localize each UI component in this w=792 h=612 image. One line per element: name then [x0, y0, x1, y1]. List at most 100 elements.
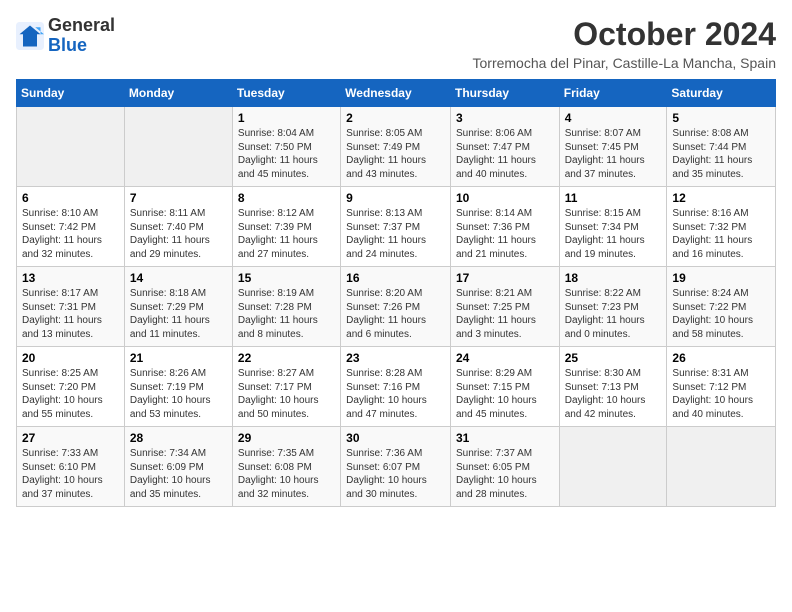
day-number: 1	[238, 111, 335, 125]
day-info: Sunrise: 8:17 AM Sunset: 7:31 PM Dayligh…	[22, 287, 119, 341]
weekday-header-sunday: Sunday	[17, 80, 125, 107]
day-number: 19	[672, 271, 770, 285]
day-number: 9	[346, 191, 445, 205]
day-info: Sunrise: 7:36 AM Sunset: 6:07 PM Dayligh…	[346, 447, 445, 501]
day-info: Sunrise: 8:10 AM Sunset: 7:42 PM Dayligh…	[22, 207, 119, 261]
day-info: Sunrise: 8:18 AM Sunset: 7:29 PM Dayligh…	[130, 287, 227, 341]
calendar-cell: 26 Sunrise: 8:31 AM Sunset: 7:12 PM Dayli…	[667, 347, 776, 427]
calendar-cell: 7Sunrise: 8:11 AM Sunset: 7:40 PM Daylig…	[124, 187, 232, 267]
day-info: Sunrise: 7:37 AM Sunset: 6:05 PM Dayligh…	[456, 447, 554, 501]
day-info: Sunrise: 8:12 AM Sunset: 7:39 PM Dayligh…	[238, 207, 335, 261]
day-number: 31	[456, 431, 554, 445]
calendar-cell: 2 Sunrise: 8:05 AM Sunset: 7:49 PM Daylig…	[341, 107, 451, 187]
calendar-cell: 18Sunrise: 8:22 AM Sunset: 7:23 PM Dayli…	[559, 267, 667, 347]
day-info: Sunrise: 8:26 AM Sunset: 7:19 PM Dayligh…	[130, 367, 227, 421]
page-header: General Blue October 2024 Torremocha del…	[16, 16, 776, 71]
day-info: Sunrise: 8:27 AM Sunset: 7:17 PM Dayligh…	[238, 367, 335, 421]
day-number: 20	[22, 351, 119, 365]
location-title: Torremocha del Pinar, Castille-La Mancha…	[473, 55, 777, 71]
calendar-cell: 24 Sunrise: 8:29 AM Sunset: 7:15 PM Dayli…	[450, 347, 559, 427]
day-info: Sunrise: 8:22 AM Sunset: 7:23 PM Dayligh…	[565, 287, 662, 341]
day-number: 6	[22, 191, 119, 205]
calendar-cell: 17 Sunrise: 8:21 AM Sunset: 7:25 PM Dayli…	[450, 267, 559, 347]
logo: General Blue	[16, 16, 115, 56]
calendar-week-4: 20Sunrise: 8:25 AM Sunset: 7:20 PM Dayli…	[17, 347, 776, 427]
day-info: Sunrise: 8:11 AM Sunset: 7:40 PM Dayligh…	[130, 207, 227, 261]
day-number: 26	[672, 351, 770, 365]
calendar-cell: 6 Sunrise: 8:10 AM Sunset: 7:42 PM Daylig…	[17, 187, 125, 267]
calendar-cell: 20Sunrise: 8:25 AM Sunset: 7:20 PM Dayli…	[17, 347, 125, 427]
day-number: 8	[238, 191, 335, 205]
calendar-cell: 29Sunrise: 7:35 AM Sunset: 6:08 PM Dayli…	[232, 427, 340, 507]
day-number: 12	[672, 191, 770, 205]
calendar-cell: 19 Sunrise: 8:24 AM Sunset: 7:22 PM Dayli…	[667, 267, 776, 347]
calendar-cell: 23Sunrise: 8:28 AM Sunset: 7:16 PM Dayli…	[341, 347, 451, 427]
calendar-cell: 8 Sunrise: 8:12 AM Sunset: 7:39 PM Daylig…	[232, 187, 340, 267]
day-info: Sunrise: 8:24 AM Sunset: 7:22 PM Dayligh…	[672, 287, 770, 341]
day-number: 10	[456, 191, 554, 205]
day-number: 14	[130, 271, 227, 285]
logo-icon	[16, 22, 44, 50]
day-number: 5	[672, 111, 770, 125]
weekday-header-saturday: Saturday	[667, 80, 776, 107]
day-info: Sunrise: 8:08 AM Sunset: 7:44 PM Dayligh…	[672, 127, 770, 181]
day-number: 22	[238, 351, 335, 365]
day-number: 27	[22, 431, 119, 445]
day-info: Sunrise: 8:15 AM Sunset: 7:34 PM Dayligh…	[565, 207, 662, 261]
day-number: 25	[565, 351, 662, 365]
calendar-cell: 21 Sunrise: 8:26 AM Sunset: 7:19 PM Dayli…	[124, 347, 232, 427]
day-info: Sunrise: 8:20 AM Sunset: 7:26 PM Dayligh…	[346, 287, 445, 341]
calendar-cell	[124, 107, 232, 187]
calendar-cell: 16 Sunrise: 8:20 AM Sunset: 7:26 PM Dayli…	[341, 267, 451, 347]
day-info: Sunrise: 8:21 AM Sunset: 7:25 PM Dayligh…	[456, 287, 554, 341]
calendar-cell	[559, 427, 667, 507]
day-info: Sunrise: 8:31 AM Sunset: 7:12 PM Dayligh…	[672, 367, 770, 421]
day-number: 30	[346, 431, 445, 445]
day-info: Sunrise: 8:05 AM Sunset: 7:49 PM Dayligh…	[346, 127, 445, 181]
weekday-header-friday: Friday	[559, 80, 667, 107]
calendar-cell: 31 Sunrise: 7:37 AM Sunset: 6:05 PM Dayli…	[450, 427, 559, 507]
day-number: 4	[565, 111, 662, 125]
title-area: October 2024 Torremocha del Pinar, Casti…	[473, 16, 777, 71]
calendar-cell: 30 Sunrise: 7:36 AM Sunset: 6:07 PM Dayli…	[341, 427, 451, 507]
calendar-cell: 27 Sunrise: 7:33 AM Sunset: 6:10 PM Dayli…	[17, 427, 125, 507]
day-number: 11	[565, 191, 662, 205]
calendar-cell: 9 Sunrise: 8:13 AM Sunset: 7:37 PM Daylig…	[341, 187, 451, 267]
day-info: Sunrise: 8:29 AM Sunset: 7:15 PM Dayligh…	[456, 367, 554, 421]
day-number: 24	[456, 351, 554, 365]
day-info: Sunrise: 7:33 AM Sunset: 6:10 PM Dayligh…	[22, 447, 119, 501]
day-number: 2	[346, 111, 445, 125]
calendar-cell: 25Sunrise: 8:30 AM Sunset: 7:13 PM Dayli…	[559, 347, 667, 427]
calendar-cell: 12 Sunrise: 8:16 AM Sunset: 7:32 PM Dayli…	[667, 187, 776, 267]
calendar-cell	[667, 427, 776, 507]
day-number: 17	[456, 271, 554, 285]
logo-line1: General	[48, 16, 115, 36]
calendar-cell: 13Sunrise: 8:17 AM Sunset: 7:31 PM Dayli…	[17, 267, 125, 347]
day-info: Sunrise: 8:04 AM Sunset: 7:50 PM Dayligh…	[238, 127, 335, 181]
calendar-week-1: 1 Sunrise: 8:04 AM Sunset: 7:50 PM Daylig…	[17, 107, 776, 187]
month-title: October 2024	[473, 16, 777, 53]
day-number: 16	[346, 271, 445, 285]
day-info: Sunrise: 7:34 AM Sunset: 6:09 PM Dayligh…	[130, 447, 227, 501]
day-number: 29	[238, 431, 335, 445]
calendar-cell: 3Sunrise: 8:06 AM Sunset: 7:47 PM Daylig…	[450, 107, 559, 187]
day-info: Sunrise: 8:16 AM Sunset: 7:32 PM Dayligh…	[672, 207, 770, 261]
day-number: 21	[130, 351, 227, 365]
calendar-cell: 1 Sunrise: 8:04 AM Sunset: 7:50 PM Daylig…	[232, 107, 340, 187]
calendar-cell: 4 Sunrise: 8:07 AM Sunset: 7:45 PM Daylig…	[559, 107, 667, 187]
weekday-header-tuesday: Tuesday	[232, 80, 340, 107]
calendar-cell: 14 Sunrise: 8:18 AM Sunset: 7:29 PM Dayli…	[124, 267, 232, 347]
day-number: 15	[238, 271, 335, 285]
day-info: Sunrise: 8:13 AM Sunset: 7:37 PM Dayligh…	[346, 207, 445, 261]
day-info: Sunrise: 8:28 AM Sunset: 7:16 PM Dayligh…	[346, 367, 445, 421]
calendar-cell: 28Sunrise: 7:34 AM Sunset: 6:09 PM Dayli…	[124, 427, 232, 507]
logo-line2: Blue	[48, 36, 115, 56]
day-info: Sunrise: 8:07 AM Sunset: 7:45 PM Dayligh…	[565, 127, 662, 181]
weekday-header-row: SundayMondayTuesdayWednesdayThursdayFrid…	[17, 80, 776, 107]
calendar-cell: 15Sunrise: 8:19 AM Sunset: 7:28 PM Dayli…	[232, 267, 340, 347]
weekday-header-thursday: Thursday	[450, 80, 559, 107]
calendar-cell	[17, 107, 125, 187]
calendar-cell: 11 Sunrise: 8:15 AM Sunset: 7:34 PM Dayli…	[559, 187, 667, 267]
calendar-cell: 5 Sunrise: 8:08 AM Sunset: 7:44 PM Daylig…	[667, 107, 776, 187]
calendar-week-5: 27 Sunrise: 7:33 AM Sunset: 6:10 PM Dayli…	[17, 427, 776, 507]
